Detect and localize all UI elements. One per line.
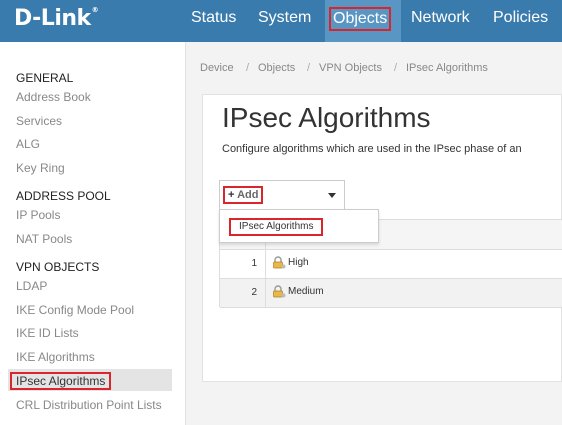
add-dropdown-button[interactable]: + Add — [219, 180, 345, 210]
row-index: 1 — [251, 258, 257, 269]
nav-status-label: Status — [191, 9, 237, 26]
nav-network-label: Network — [411, 9, 470, 26]
row-index-cell: 1 — [220, 250, 266, 278]
add-text: Add — [237, 189, 259, 201]
nav-network[interactable]: Network — [406, 0, 486, 42]
top-navigation-bar: D-Link® Status System Objects Network Po… — [0, 0, 562, 42]
logo-text: D-Link — [14, 6, 91, 31]
add-dropdown-menu: IPsec Algorithms — [219, 209, 379, 243]
sidebar-item-ipsec-algorithms[interactable]: IPsec Algorithms — [8, 369, 172, 391]
breadcrumb-ipsec-algorithms: IPsec Algorithms — [406, 62, 488, 74]
breadcrumb-objects[interactable]: Objects — [258, 62, 295, 74]
breadcrumb-device[interactable]: Device — [200, 62, 234, 74]
page-description: Configure algorithms which are used in t… — [222, 143, 522, 155]
breadcrumb-separator: / — [394, 62, 398, 74]
row-index-cell: 2 — [220, 279, 266, 307]
sidebar-item-ip-pools[interactable]: IP Pools — [16, 208, 60, 222]
page-title: IPsec Algorithms — [222, 102, 431, 133]
sidebar-item-ipsec-algorithms-label: IPsec Algorithms — [10, 372, 112, 390]
add-button-label: + Add — [223, 186, 264, 204]
row-name: High — [288, 257, 309, 269]
logo-registered-mark: ® — [91, 6, 99, 14]
sidebar-item-key-ring[interactable]: Key Ring — [16, 161, 65, 175]
add-menu-option-ipsec-algorithms[interactable]: IPsec Algorithms — [229, 218, 324, 236]
nav-system-label: System — [258, 9, 312, 26]
nav-status[interactable]: Status — [186, 0, 244, 42]
nav-policies-label: Policies — [493, 9, 549, 26]
row-name-cell: Medium — [272, 285, 324, 298]
nav-objects[interactable]: Objects — [325, 0, 401, 42]
breadcrumb: Device / Objects / VPN Objects / IPsec A… — [186, 42, 562, 92]
sidebar-item-nat-pools[interactable]: NAT Pools — [16, 232, 72, 246]
row-index: 2 — [251, 287, 257, 298]
breadcrumb-separator: / — [246, 62, 250, 74]
sidebar-item-crl-distribution-point-lists[interactable]: CRL Distribution Point Lists — [16, 398, 162, 412]
sidebar-item-services[interactable]: Services — [16, 114, 62, 128]
sidebar-item-ike-id-lists[interactable]: IKE ID Lists — [16, 326, 79, 340]
lock-icon — [273, 285, 286, 298]
sidebar-item-ike-algorithms[interactable]: IKE Algorithms — [16, 350, 95, 364]
table-row[interactable]: 1 High — [220, 250, 562, 279]
lock-icon — [273, 256, 286, 269]
breadcrumb-separator: / — [307, 62, 311, 74]
sidebar: GENERAL Address Book Services ALG Key Ri… — [0, 42, 186, 425]
row-name-cell: High — [272, 256, 309, 269]
table-row[interactable]: 2 Medium — [220, 279, 562, 308]
dlink-logo: D-Link® — [14, 6, 99, 31]
nav-policies[interactable]: Policies — [488, 0, 562, 42]
sidebar-heading-vpn-objects: VPN OBJECTS — [16, 260, 100, 274]
sidebar-item-ldap[interactable]: LDAP — [16, 279, 47, 293]
plus-icon: + — [228, 189, 235, 201]
caret-down-icon[interactable] — [328, 193, 336, 198]
sidebar-item-ike-config-mode-pool[interactable]: IKE Config Mode Pool — [16, 303, 134, 317]
sidebar-heading-general: GENERAL — [16, 71, 74, 85]
nav-objects-label: Objects — [329, 7, 392, 31]
sidebar-item-address-book[interactable]: Address Book — [16, 90, 91, 104]
nav-system[interactable]: System — [252, 0, 322, 42]
breadcrumb-vpn-objects[interactable]: VPN Objects — [319, 62, 382, 74]
sidebar-item-alg[interactable]: ALG — [16, 137, 40, 151]
sidebar-heading-address-pool: ADDRESS POOL — [16, 189, 111, 203]
row-name: Medium — [288, 286, 324, 298]
